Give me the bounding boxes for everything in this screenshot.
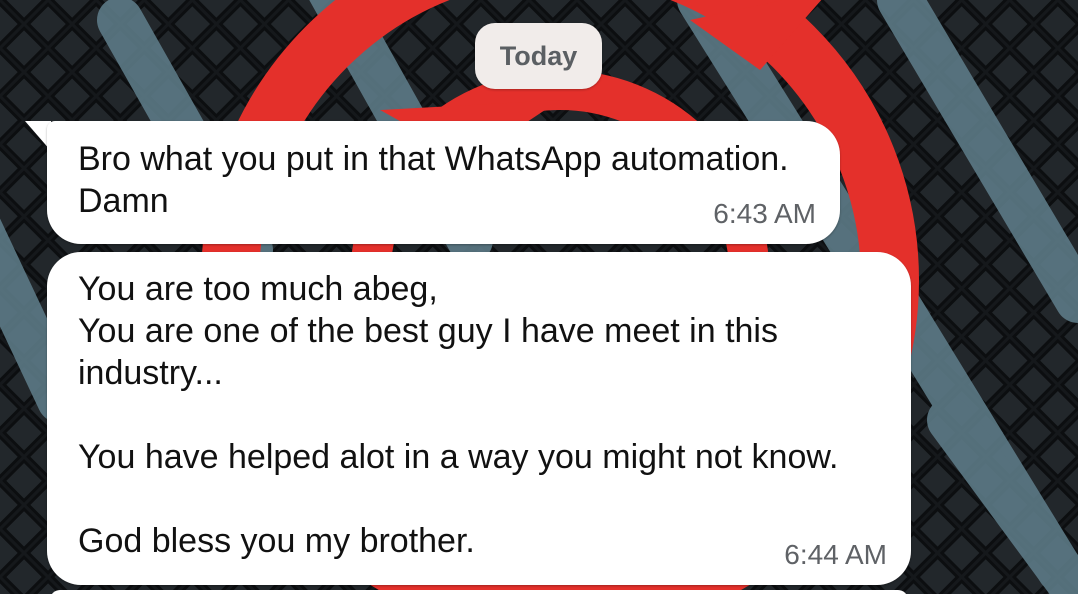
next-message-edge [50,590,908,594]
message-timestamp: 6:44 AM [784,539,887,570]
incoming-message[interactable]: Bro what you put in that WhatsApp automa… [47,121,840,244]
incoming-message[interactable]: You are too much abeg, You are one of th… [47,252,911,585]
date-separator-label: Today [499,40,578,71]
date-separator: Today [475,23,602,89]
message-text: Bro what you put in that WhatsApp automa… [78,140,789,220]
message-text: You are too much abeg, You are one of th… [78,270,839,560]
message-timestamp: 6:43 AM [713,198,816,229]
